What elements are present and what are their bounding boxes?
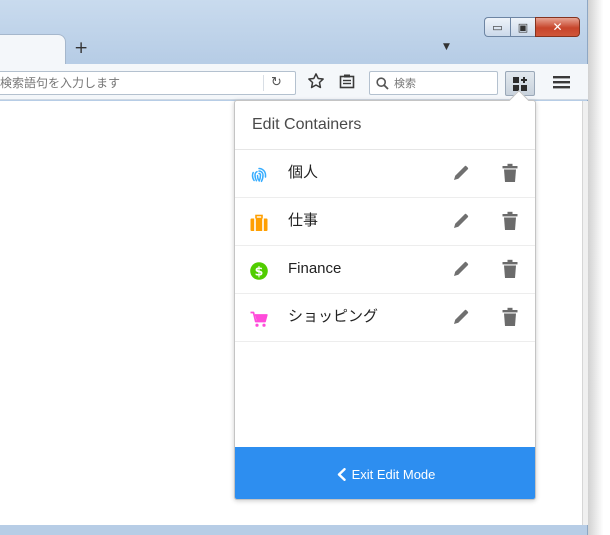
minimize-button[interactable]: ▭ xyxy=(484,17,510,37)
container-name: 個人 xyxy=(288,164,319,181)
trash-icon[interactable] xyxy=(502,307,518,327)
trash-icon[interactable] xyxy=(502,259,518,279)
container-name: Finance xyxy=(288,260,342,277)
bookmark-star-icon[interactable] xyxy=(307,72,325,90)
trash-icon[interactable] xyxy=(502,163,518,183)
briefcase-icon xyxy=(250,214,268,231)
edit-pencil-icon[interactable] xyxy=(452,260,470,278)
bookmarks-menu-icon[interactable] xyxy=(339,74,355,89)
svg-text:$: $ xyxy=(255,263,264,278)
container-row-finance[interactable]: $ Finance xyxy=(235,246,535,294)
edit-pencil-icon[interactable] xyxy=(452,308,470,326)
edit-pencil-icon[interactable] xyxy=(452,164,470,182)
exit-edit-mode-label: Exit Edit Mode xyxy=(351,466,436,482)
url-separator xyxy=(263,75,264,91)
search-icon xyxy=(376,77,389,90)
container-name: ショッピング xyxy=(288,308,379,325)
nav-toolbar: ↻ xyxy=(0,64,588,100)
chevron-left-icon xyxy=(337,467,346,481)
maximize-icon: ▣ xyxy=(517,20,529,34)
url-bar[interactable]: ↻ xyxy=(0,71,296,95)
search-bar[interactable] xyxy=(369,71,498,95)
containers-icon xyxy=(513,76,527,91)
url-input[interactable] xyxy=(0,72,262,94)
window-shadow xyxy=(588,0,610,535)
window-controls: ▭ ▣ ✕ xyxy=(484,17,580,37)
panel-title: Edit Containers xyxy=(235,101,535,150)
dollar-icon: $ xyxy=(250,262,268,280)
edit-containers-panel: Edit Containers 個人 仕事 $ Finance ショッピング E… xyxy=(234,100,536,500)
fingerprint-icon xyxy=(251,167,267,183)
hamburger-menu-icon[interactable] xyxy=(553,75,570,89)
close-button[interactable]: ✕ xyxy=(535,17,580,37)
maximize-button[interactable]: ▣ xyxy=(510,17,535,37)
exit-edit-mode-button[interactable]: Exit Edit Mode xyxy=(235,447,535,499)
tab-list-button[interactable]: ▼ xyxy=(443,42,450,52)
reload-icon[interactable]: ↻ xyxy=(271,75,282,90)
new-tab-button[interactable]: + xyxy=(74,38,88,58)
edit-pencil-icon[interactable] xyxy=(452,212,470,230)
search-input[interactable] xyxy=(394,72,494,94)
scrollbar[interactable] xyxy=(582,101,588,525)
container-name: 仕事 xyxy=(288,212,319,229)
trash-icon[interactable] xyxy=(502,211,518,231)
close-icon: ✕ xyxy=(552,20,563,34)
browser-tab[interactable] xyxy=(0,34,66,64)
container-row-work[interactable]: 仕事 xyxy=(235,198,535,246)
container-row-shopping[interactable]: ショッピング xyxy=(235,294,535,342)
container-row-personal[interactable]: 個人 xyxy=(235,150,535,198)
minimize-icon: ▭ xyxy=(492,20,503,34)
cart-icon xyxy=(250,311,268,327)
